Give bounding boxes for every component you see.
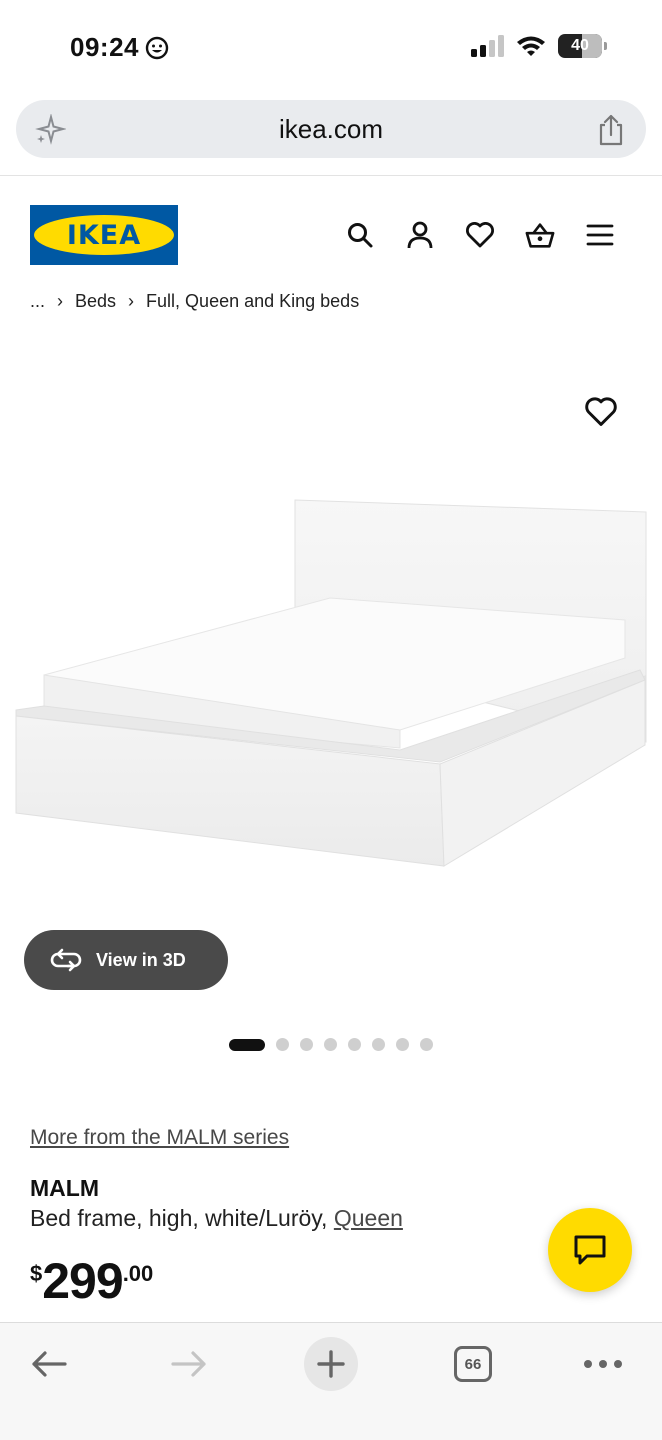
logo-text: IKEA <box>66 219 142 251</box>
browser-toolbar: 66 <box>0 1322 662 1440</box>
image-pagination <box>229 1038 433 1051</box>
header-nav <box>345 218 615 252</box>
pagination-dot[interactable] <box>324 1038 337 1051</box>
chat-icon <box>574 1235 606 1265</box>
basket-icon[interactable] <box>525 218 555 252</box>
size-link[interactable]: Queen <box>334 1205 403 1231</box>
pagination-dot[interactable] <box>348 1038 361 1051</box>
clock: 09:24 <box>70 32 169 63</box>
breadcrumb-ellipsis[interactable]: ... <box>30 291 45 312</box>
divider <box>0 175 662 176</box>
menu-icon[interactable] <box>585 218 615 252</box>
url-text[interactable]: ikea.com <box>279 114 383 145</box>
wifi-icon <box>517 36 545 56</box>
product-name: MALM <box>30 1175 99 1201</box>
rotate-3d-icon <box>50 948 82 972</box>
signal-icon <box>471 35 504 57</box>
search-icon[interactable] <box>345 218 375 252</box>
sparkle-icon[interactable] <box>34 113 67 151</box>
product-price: $ 299 .00 <box>30 1255 153 1307</box>
share-icon[interactable] <box>596 113 626 152</box>
battery-icon: 40 <box>558 34 607 58</box>
breadcrumb: ... › Beds › Full, Queen and King beds <box>30 291 359 312</box>
forward-button[interactable] <box>162 1337 216 1391</box>
more-icon <box>584 1360 622 1368</box>
status-icons: 40 <box>470 34 607 58</box>
view-in-3d-label: View in 3D <box>96 949 186 970</box>
status-bar: 09:24 40 <box>0 0 662 96</box>
tabs-icon: 66 <box>454 1346 492 1382</box>
price-integer: 299 <box>42 1253 123 1309</box>
product-image[interactable] <box>0 480 662 900</box>
product-description-text: Bed frame, high, white/Luröy, <box>30 1205 334 1231</box>
new-tab-button[interactable] <box>304 1337 358 1391</box>
pagination-dot[interactable] <box>300 1038 313 1051</box>
battery-level: 40 <box>571 37 589 54</box>
tab-count: 66 <box>464 1355 482 1373</box>
more-button[interactable] <box>576 1337 630 1391</box>
pagination-dot-active[interactable] <box>229 1038 265 1051</box>
series-link[interactable]: More from the MALM series <box>30 1126 289 1150</box>
price-currency: $ <box>30 1261 43 1286</box>
add-to-favourites-button[interactable] <box>584 396 618 433</box>
breadcrumb-separator: › <box>57 291 64 311</box>
pagination-dot[interactable] <box>372 1038 385 1051</box>
address-bar[interactable]: ikea.com <box>16 100 646 158</box>
product-description: Bed frame, high, white/Luröy, Queen <box>30 1205 403 1232</box>
breadcrumb-separator: › <box>128 291 135 311</box>
tabs-button[interactable]: 66 <box>448 1337 498 1391</box>
pagination-dot[interactable] <box>396 1038 409 1051</box>
price-decimal: .00 <box>122 1261 154 1286</box>
breadcrumb-item-category[interactable]: Full, Queen and King beds <box>146 291 359 312</box>
back-button[interactable] <box>22 1337 76 1391</box>
plus-icon <box>317 1350 345 1378</box>
arrow-right-icon <box>171 1351 206 1377</box>
breadcrumb-item-beds[interactable]: Beds <box>75 291 116 312</box>
ikea-logo[interactable]: IKEA <box>30 205 178 265</box>
arrow-left-icon <box>32 1351 67 1377</box>
chat-button[interactable] <box>548 1208 632 1292</box>
favourites-icon[interactable] <box>465 218 495 252</box>
logo-oval: IKEA <box>34 215 174 255</box>
pagination-dot[interactable] <box>276 1038 289 1051</box>
heart-icon <box>585 397 617 426</box>
clock-time: 09:24 <box>70 32 139 62</box>
view-in-3d-button[interactable]: View in 3D <box>24 930 228 990</box>
smiley-icon <box>145 36 169 59</box>
account-icon[interactable] <box>405 218 435 252</box>
pagination-dot[interactable] <box>420 1038 433 1051</box>
